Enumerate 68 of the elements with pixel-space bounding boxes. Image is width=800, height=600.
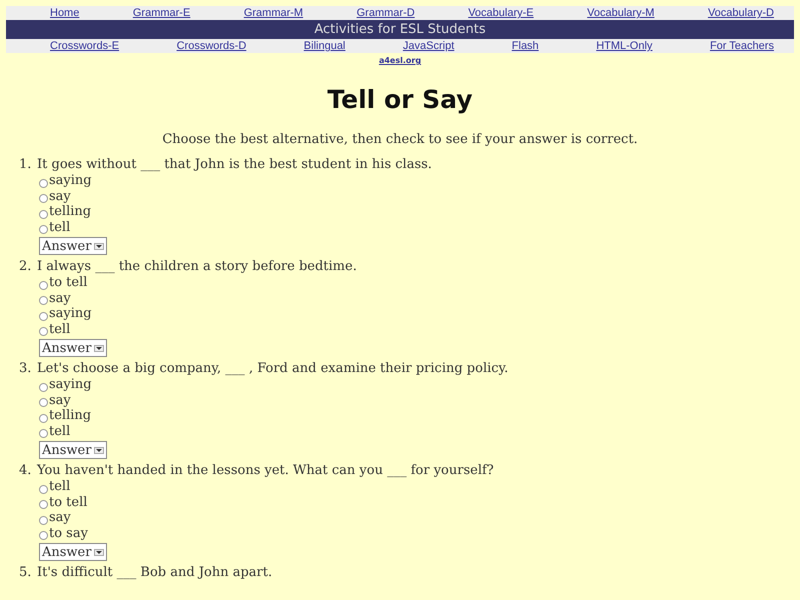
option-label: say (49, 392, 71, 408)
nav-link[interactable]: Crosswords-D (176, 40, 246, 52)
page-title: Tell or Say (326, 85, 474, 114)
radio-button[interactable] (39, 429, 48, 438)
option-label: to tell (49, 275, 88, 290)
radio-button[interactable] (39, 178, 48, 188)
nav-link[interactable]: Flash (512, 40, 539, 52)
radio-button[interactable] (39, 225, 48, 234)
radio-button[interactable] (39, 210, 48, 218)
radio-button[interactable] (39, 280, 48, 290)
radio-button[interactable] (39, 516, 48, 524)
question-text: Let's choose a big company, ___ , Ford and examine their pricing policy. (37, 361, 508, 377)
nav-link[interactable]: Grammar-E (132, 7, 190, 19)
radio-button[interactable] (39, 531, 48, 540)
nav-link[interactable]: Home (50, 7, 80, 19)
nav-link[interactable]: HTML-Only (596, 40, 652, 52)
option-label: say (49, 188, 71, 204)
nav-link[interactable]: Vocabulary-E (468, 7, 534, 19)
option-label: tell (49, 424, 70, 439)
answer-dropdown[interactable]: Answer (39, 543, 108, 561)
radio-button[interactable] (39, 398, 48, 407)
option-label: tell (49, 479, 70, 494)
radio-button[interactable] (39, 500, 48, 509)
question-number: 1. (19, 157, 31, 173)
nav-link[interactable]: Vocabulary-D (708, 7, 774, 19)
option-label: tell (49, 322, 70, 337)
site-link[interactable]: a4esl.org (378, 56, 422, 65)
question-text: It goes without ___ that John is the best student in his class. (37, 157, 432, 173)
nav-link[interactable]: Grammar-D (356, 7, 415, 19)
radio-button[interactable] (39, 484, 48, 494)
site-banner: Activities for ESL Students (6, 20, 794, 39)
nav-link[interactable]: Bilingual (304, 40, 346, 52)
question-text: It's difficult ___ Bob and John apart. (37, 565, 272, 581)
caret-icon (94, 344, 104, 352)
radio-button[interactable] (39, 414, 48, 422)
radio-button[interactable] (39, 194, 48, 203)
nav-link[interactable]: Grammar-M (244, 7, 304, 19)
caret-icon (94, 446, 104, 454)
option-label: saying (49, 173, 92, 188)
nav-link[interactable]: Vocabulary-M (587, 7, 654, 19)
answer-dropdown[interactable]: Answer (39, 339, 108, 357)
radio-button[interactable] (39, 312, 48, 320)
question-text: You haven't handed in the lessons yet. What can you ___ for yourself? (37, 463, 494, 479)
answer-dropdown[interactable]: Answer (39, 237, 108, 255)
question-number: 4. (19, 463, 31, 479)
option-label: saying (49, 377, 92, 392)
caret-icon (94, 548, 104, 556)
option-label: telling (49, 204, 92, 220)
question-number: 2. (19, 259, 31, 275)
answer-dropdown[interactable]: Answer (39, 441, 108, 459)
nav-link[interactable]: JavaScript (402, 40, 454, 52)
radio-button[interactable] (39, 296, 48, 305)
radio-button[interactable] (39, 382, 48, 392)
option-label: say (49, 510, 71, 526)
option-label: to say (49, 526, 88, 541)
caret-icon (94, 242, 104, 250)
option-label: saying (49, 306, 92, 322)
question-text: I always ___ the children a story before bedtime. (37, 259, 357, 275)
question-number: 5. (19, 565, 31, 581)
option-label: say (49, 290, 71, 306)
nav-link[interactable]: For Teachers (710, 40, 774, 52)
option-label: telling (49, 408, 92, 424)
radio-button[interactable] (39, 327, 48, 336)
option-label: to tell (49, 494, 88, 510)
option-label: tell (49, 220, 70, 235)
nav-link[interactable]: Crosswords-E (50, 40, 120, 52)
question-number: 3. (19, 361, 31, 377)
instructions: Choose the best alternative, then check to see if your answer is correct. (161, 132, 639, 147)
